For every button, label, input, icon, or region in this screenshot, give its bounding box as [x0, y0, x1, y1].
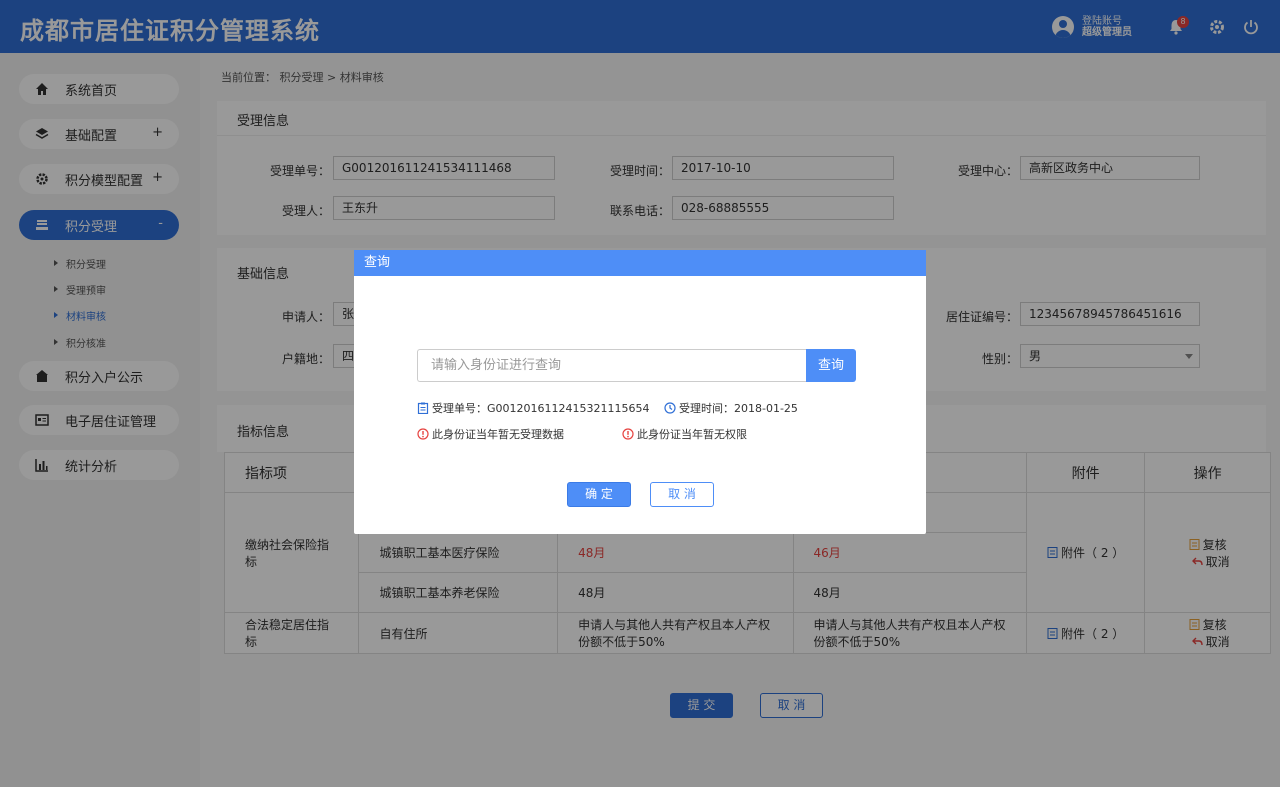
- clock-icon: [664, 402, 676, 414]
- search-button[interactable]: 查询: [806, 349, 856, 382]
- query-dialog: 查询 请输入身份证进行查询 查询 受理单号：G00120161124153211…: [354, 250, 926, 534]
- accept-time-info: 受理时间：2018-01-25: [664, 400, 798, 416]
- warning-no-permission: 此身份证当年暂无权限: [622, 426, 747, 442]
- order-no-info: 受理单号：G0012016112415321115654: [417, 400, 650, 416]
- clipboard-icon: [417, 402, 429, 414]
- warning-icon: [622, 428, 634, 440]
- warning-icon: [417, 428, 429, 440]
- confirm-button[interactable]: 确 定: [567, 482, 631, 507]
- warning-no-data: 此身份证当年暂无受理数据: [417, 426, 564, 442]
- dialog-title: 查询: [354, 250, 926, 276]
- dialog-cancel-button[interactable]: 取 消: [650, 482, 714, 507]
- id-search-input[interactable]: 请输入身份证进行查询: [417, 349, 806, 382]
